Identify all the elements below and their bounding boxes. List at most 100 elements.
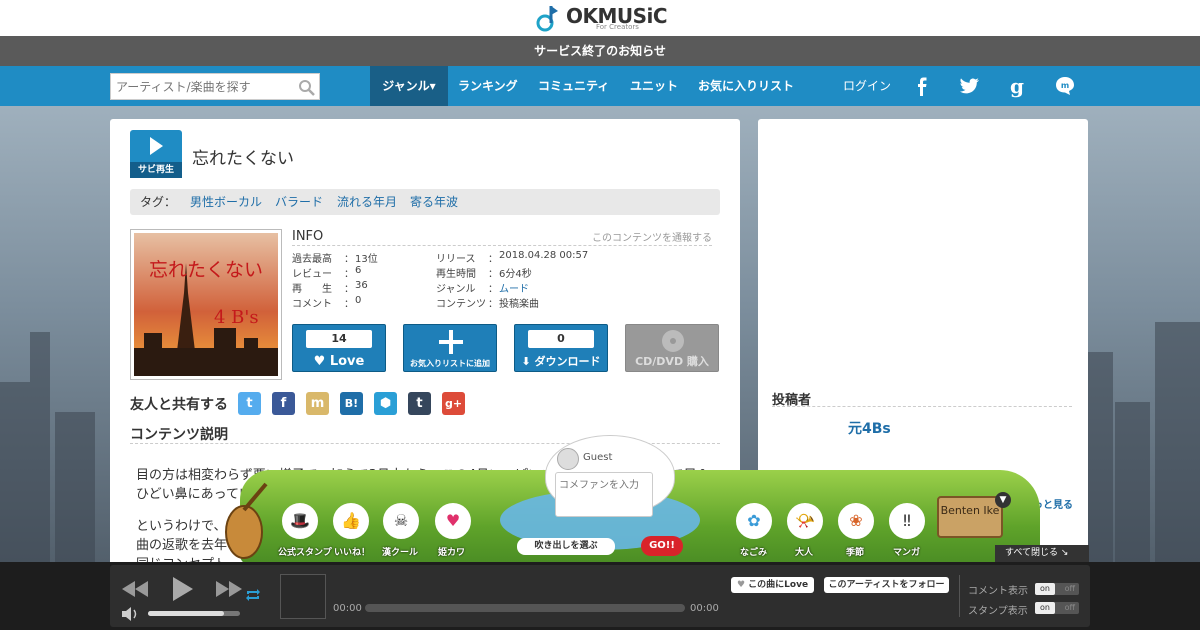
info-label: コメント	[292, 299, 332, 310]
okmusic-logo-icon[interactable]	[536, 3, 562, 33]
stamp-label: なごみ	[740, 548, 768, 558]
download-count: 0	[528, 330, 594, 348]
go-button[interactable]: GO!!	[641, 536, 683, 556]
tag-link[interactable]: 寄る年波	[410, 189, 458, 215]
info-label: レビュー	[292, 269, 332, 280]
biwa-lute-icon	[225, 482, 268, 559]
follow-artist-button[interactable]: このアーティストをフォロー	[824, 577, 949, 593]
total-time: 00:00	[690, 603, 719, 614]
cd-dvd-label: CD/DVD 購入	[635, 355, 709, 368]
search-icon[interactable]	[298, 79, 315, 96]
facebook-icon[interactable]	[910, 74, 934, 98]
current-time: 00:00	[333, 603, 362, 614]
poster-name-link[interactable]: 元4Bs	[848, 418, 891, 438]
close-all-button[interactable]: すべて閉じる ↘	[995, 545, 1089, 562]
love-song-button[interactable]: ♥ この曲にLove	[731, 577, 814, 593]
cool-stamp-icon[interactable]: ☠	[383, 503, 419, 539]
manga-stamp-icon[interactable]: ‼	[889, 503, 925, 539]
svg-text:m: m	[1061, 81, 1069, 90]
comment-display-label: コメント表示	[968, 586, 1028, 597]
stamp-label: いいね！	[334, 548, 371, 558]
love-label: Love	[329, 354, 365, 369]
genre-link[interactable]: ムード	[499, 280, 529, 295]
heart-icon: ♥	[313, 354, 326, 369]
jacket-image[interactable]: 忘れたくない 4 B's	[130, 229, 282, 380]
info-value: 6分4秒	[499, 269, 532, 280]
choose-balloon-button[interactable]: 吹き出しを選ぶ	[517, 538, 615, 555]
info-label: リリース	[436, 254, 476, 265]
season-stamp-icon[interactable]: ❀	[838, 503, 874, 539]
add-favorite-button[interactable]: お気入りリストに追加	[403, 324, 497, 372]
google-plus-share-icon[interactable]: g+	[442, 392, 465, 415]
official-stamp-icon[interactable]: 🎩	[282, 503, 318, 539]
twitter-share-icon[interactable]: t	[238, 392, 261, 415]
play-icon	[150, 137, 163, 155]
stamp-label: 公式スタンプ	[278, 548, 332, 558]
twitter-icon[interactable]	[957, 74, 981, 98]
search-input[interactable]	[111, 74, 291, 99]
stamp-label: 大人	[795, 548, 814, 558]
stamp-label: マンガ	[893, 548, 921, 558]
download-button[interactable]: 0 ⬇ ダウンロード	[514, 324, 608, 372]
info-colon: ：	[488, 284, 498, 295]
sabi-play-button[interactable]: サビ再生	[130, 130, 182, 178]
nav-favorites[interactable]: お気に入りリスト	[698, 66, 794, 106]
calm-stamp-icon[interactable]: ✿	[736, 503, 772, 539]
mixi-share-icon[interactable]: m	[306, 392, 329, 415]
stamp-label: 姫カワ	[438, 548, 466, 558]
report-link[interactable]: このコンテンツを通報する	[592, 229, 712, 244]
nav-genre[interactable]: ジャンル▾	[370, 66, 448, 106]
play-icon[interactable]	[170, 575, 196, 603]
search-box[interactable]	[110, 73, 320, 100]
download-label: ダウンロード	[534, 355, 601, 368]
info-value: 36	[355, 280, 368, 291]
tumblr-share-icon[interactable]: t	[408, 392, 431, 415]
nav-community[interactable]: コミュニティ	[538, 66, 609, 106]
hatena-share-icon[interactable]: B!	[340, 392, 363, 415]
nav-unit[interactable]: ユニット	[630, 66, 678, 106]
volume-icon[interactable]	[121, 606, 141, 622]
like-stamp-icon[interactable]: 👍	[333, 503, 369, 539]
rewind-icon[interactable]	[120, 580, 150, 598]
cd-dvd-button[interactable]: CD/DVD 購入	[625, 324, 719, 372]
comment-display-toggle[interactable]: on off	[1035, 583, 1079, 595]
info-label: コンテンツ	[436, 299, 486, 310]
google-icon[interactable]: g	[1005, 74, 1029, 98]
tag-link[interactable]: バラード	[275, 189, 323, 215]
divider	[959, 575, 960, 617]
share-label: 友人と共有する	[130, 397, 228, 413]
love-button[interactable]: 14 ♥ Love	[292, 324, 386, 372]
stamp-label: 漢クール	[382, 548, 419, 558]
info-colon: ：	[344, 299, 354, 310]
info-label: 再 生	[292, 284, 332, 295]
adult-stamp-icon[interactable]: 📯	[787, 503, 823, 539]
service-end-notice[interactable]: サービス終了のお知らせ	[0, 36, 1200, 66]
volume-fill	[148, 611, 225, 616]
facebook-share-icon[interactable]: f	[272, 392, 295, 415]
add-favorite-label: お気入りリストに追加	[410, 359, 490, 368]
login-link[interactable]: ログイン	[843, 66, 891, 106]
toggle-on: on	[1035, 602, 1055, 614]
seek-bar[interactable]	[365, 604, 685, 612]
info-value: 6	[355, 265, 362, 276]
toggle-off: off	[1064, 584, 1075, 593]
tag-link[interactable]: 男性ボーカル	[190, 189, 262, 215]
svg-text:g: g	[1010, 74, 1024, 98]
tag-link[interactable]: 流れる年月	[337, 189, 397, 215]
cute-stamp-icon[interactable]: ♥	[435, 503, 471, 539]
info-label: 再生時間	[436, 269, 476, 280]
download-icon: ⬇	[521, 355, 531, 368]
repeat-icon[interactable]	[245, 588, 261, 602]
mixi-icon[interactable]: m	[1053, 74, 1077, 98]
chevron-down-icon[interactable]: ▼	[995, 492, 1011, 508]
love-count: 14	[306, 330, 372, 348]
comment-input[interactable]	[555, 472, 653, 517]
evernote-share-icon[interactable]: ⬢	[374, 392, 397, 415]
player-thumbnail	[280, 574, 326, 619]
stamp-display-toggle[interactable]: on off	[1035, 602, 1079, 614]
nav-ranking[interactable]: ランキング	[458, 66, 518, 106]
info-value: 2018.04.28 00:57	[499, 250, 589, 261]
volume-slider[interactable]	[148, 611, 240, 616]
fast-forward-icon[interactable]	[214, 580, 244, 598]
download-label-wrap: ⬇ ダウンロード	[515, 353, 607, 369]
